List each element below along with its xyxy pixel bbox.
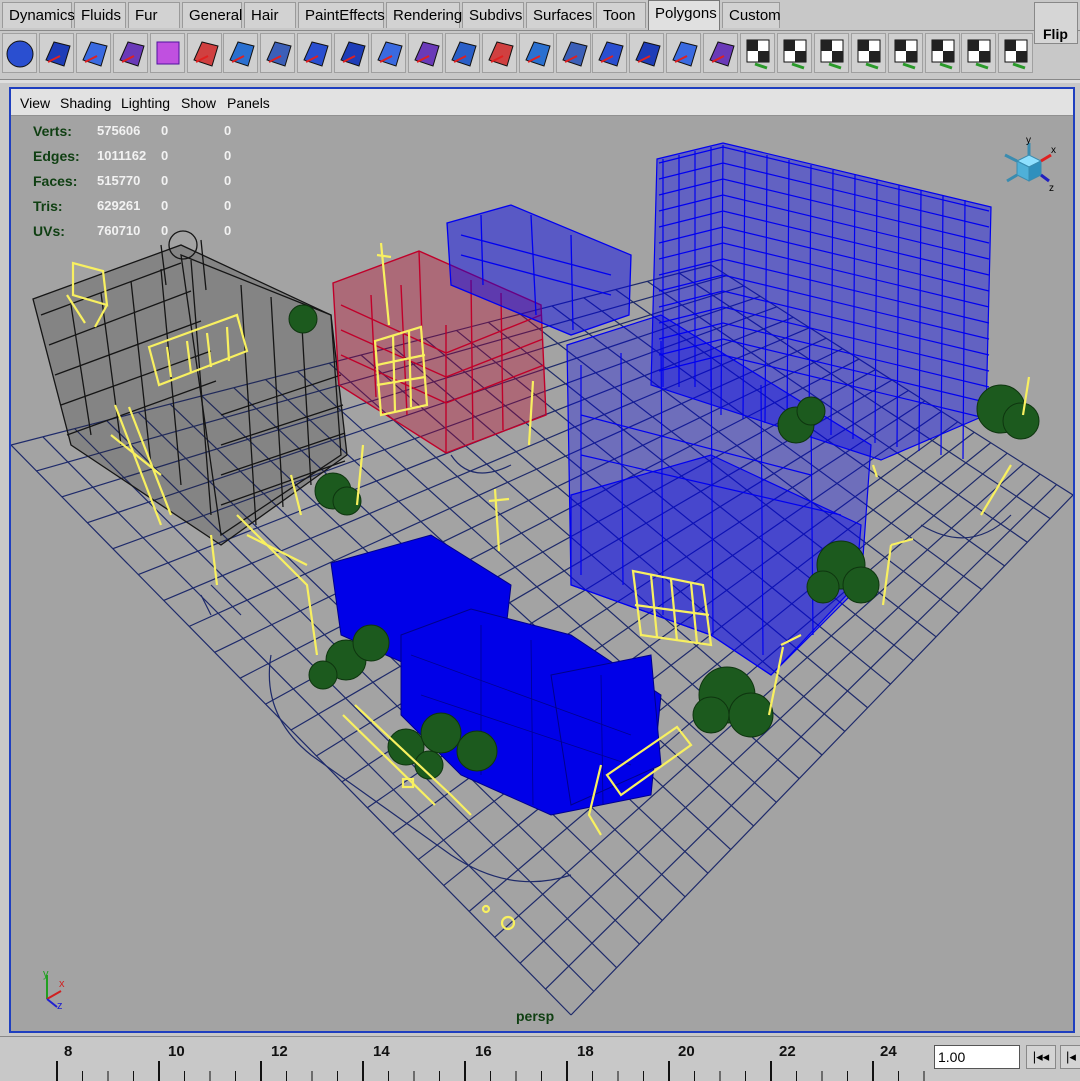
menu-shading[interactable]: Shading xyxy=(60,95,111,111)
viewport-menubar: View Shading Lighting Show Panels xyxy=(11,89,1073,116)
uv-texture-editor-icon[interactable] xyxy=(776,33,812,73)
tick-label: 12 xyxy=(271,1043,288,1060)
scene-wireframe xyxy=(11,142,1073,1016)
checker-icon[interactable] xyxy=(961,33,997,73)
tab-fluids[interactable]: Fluids xyxy=(74,2,126,28)
smooth-icon[interactable] xyxy=(297,33,333,73)
cut-faces-icon[interactable] xyxy=(592,33,628,73)
poke-face-icon[interactable] xyxy=(666,33,702,73)
stat-verts-component: 0 xyxy=(224,123,232,138)
stat-verts-selected: 0 xyxy=(161,123,169,138)
extrude-face-icon[interactable] xyxy=(407,33,443,73)
tick-label: 16 xyxy=(475,1043,492,1060)
view-axis-x-label: x xyxy=(1051,145,1056,156)
view-axis-icon[interactable]: y x z xyxy=(991,137,1059,207)
tab-surfaces[interactable]: Surfaces xyxy=(526,2,594,28)
stat-tris-value: 629261 xyxy=(97,198,141,213)
stat-faces-component: 0 xyxy=(224,173,232,188)
tab-general[interactable]: General xyxy=(182,2,242,28)
tick-label: 14 xyxy=(373,1043,390,1060)
stat-tris-label: Tris: xyxy=(33,198,63,214)
camera-name-label: persp xyxy=(516,1008,555,1024)
stat-verts-value: 575606 xyxy=(97,123,141,138)
tick-label: 24 xyxy=(880,1043,897,1060)
polygon-cube-icon[interactable] xyxy=(38,33,74,73)
stat-uvs-component: 0 xyxy=(224,223,232,238)
combine-icon[interactable] xyxy=(186,33,222,73)
origin-y-label: y xyxy=(43,969,49,980)
stat-faces-selected: 0 xyxy=(161,173,169,188)
stat-tris-selected: 0 xyxy=(161,198,169,213)
tab-custom[interactable]: Custom xyxy=(722,2,781,28)
planar-mapping-icon[interactable] xyxy=(740,33,775,73)
flip-label: Flip xyxy=(1043,26,1068,42)
tab-toon[interactable]: Toon xyxy=(596,2,646,28)
tab-dynamics[interactable]: Dynamics xyxy=(2,2,75,28)
stat-uvs-value: 760710 xyxy=(97,223,141,238)
black-building-wireframe xyxy=(32,230,348,546)
stat-faces-value: 515770 xyxy=(97,173,141,188)
tab-fur[interactable]: Fur xyxy=(128,2,180,28)
shelf-tabs: Dynamics Fluids Fur General Hair PaintEf… xyxy=(0,0,1080,30)
tick-label: 18 xyxy=(577,1043,594,1060)
bridge-icon[interactable] xyxy=(334,33,370,73)
flip-button[interactable]: Flip xyxy=(1034,2,1078,44)
separate-icon[interactable] xyxy=(223,33,259,73)
stat-edges-value: 1011162 xyxy=(97,148,147,163)
polygon-cone-icon[interactable] xyxy=(112,33,148,73)
stat-uvs-label: UVs: xyxy=(33,223,65,239)
stat-uvs-selected: 0 xyxy=(161,223,169,238)
tick-label: 22 xyxy=(779,1043,796,1060)
current-frame-field[interactable]: 1.00 xyxy=(934,1045,1020,1069)
stat-edges-label: Edges: xyxy=(33,148,80,164)
flip-uv-icon[interactable] xyxy=(998,33,1034,73)
origin-x-label: x xyxy=(59,978,65,990)
tab-painteffects[interactable]: PaintEffects xyxy=(298,2,385,28)
split-polygon-icon[interactable] xyxy=(371,33,406,73)
polygons-shelf xyxy=(0,30,1080,80)
tab-subdivs[interactable]: Subdivs xyxy=(462,2,524,28)
append-polygon-icon[interactable] xyxy=(629,33,665,73)
polygon-plane-icon[interactable] xyxy=(149,33,185,73)
bevel-icon[interactable] xyxy=(518,33,554,73)
tab-polygons[interactable]: Polygons xyxy=(648,0,720,30)
stat-tris-component: 0 xyxy=(224,198,232,213)
stat-edges-component: 0 xyxy=(224,148,232,163)
merge-vertices-icon[interactable] xyxy=(555,33,591,73)
duplicate-face-icon[interactable] xyxy=(703,33,739,73)
view-axis-y-label: y xyxy=(1026,137,1031,146)
tick-label: 10 xyxy=(168,1043,185,1060)
perspective-viewport[interactable]: View Shading Lighting Show Panels Verts:… xyxy=(9,87,1075,1033)
rewind-button[interactable]: |◂◂ xyxy=(1026,1045,1056,1069)
step-back-button[interactable]: |◂ xyxy=(1060,1045,1080,1069)
origin-axis-icon: y x z xyxy=(43,969,65,1011)
menu-lighting[interactable]: Lighting xyxy=(121,95,170,111)
wedge-face-icon[interactable] xyxy=(481,33,517,73)
tab-rendering[interactable]: Rendering xyxy=(386,2,462,28)
menu-view[interactable]: View xyxy=(20,95,50,111)
polygon-cylinder-icon[interactable] xyxy=(75,33,111,73)
tick-label: 20 xyxy=(678,1043,695,1060)
polygon-sphere-icon[interactable] xyxy=(2,33,37,73)
tick-label: 8 xyxy=(64,1043,73,1060)
layout-uv-icon[interactable] xyxy=(924,33,960,73)
stat-faces-label: Faces: xyxy=(33,173,78,189)
extrude-edge-icon[interactable] xyxy=(444,33,480,73)
origin-z-label: z xyxy=(57,1000,63,1011)
view-axis-z-label: z xyxy=(1049,183,1054,194)
shelf-divider xyxy=(0,80,1080,83)
stat-verts-label: Verts: xyxy=(33,123,72,139)
automatic-mapping-icon[interactable] xyxy=(813,33,849,73)
menu-panels[interactable]: Panels xyxy=(227,95,270,111)
stat-edges-selected: 0 xyxy=(161,148,169,163)
menu-show[interactable]: Show xyxy=(181,95,216,111)
extract-icon[interactable] xyxy=(260,33,296,73)
unfold-uv-icon[interactable] xyxy=(887,33,923,73)
tab-hair[interactable]: Hair xyxy=(244,2,296,28)
time-slider[interactable]: 8 10 12 14 16 18 20 22 24 1.00 |◂◂ |◂ xyxy=(0,1036,1080,1081)
sew-uv-icon[interactable] xyxy=(850,33,886,73)
